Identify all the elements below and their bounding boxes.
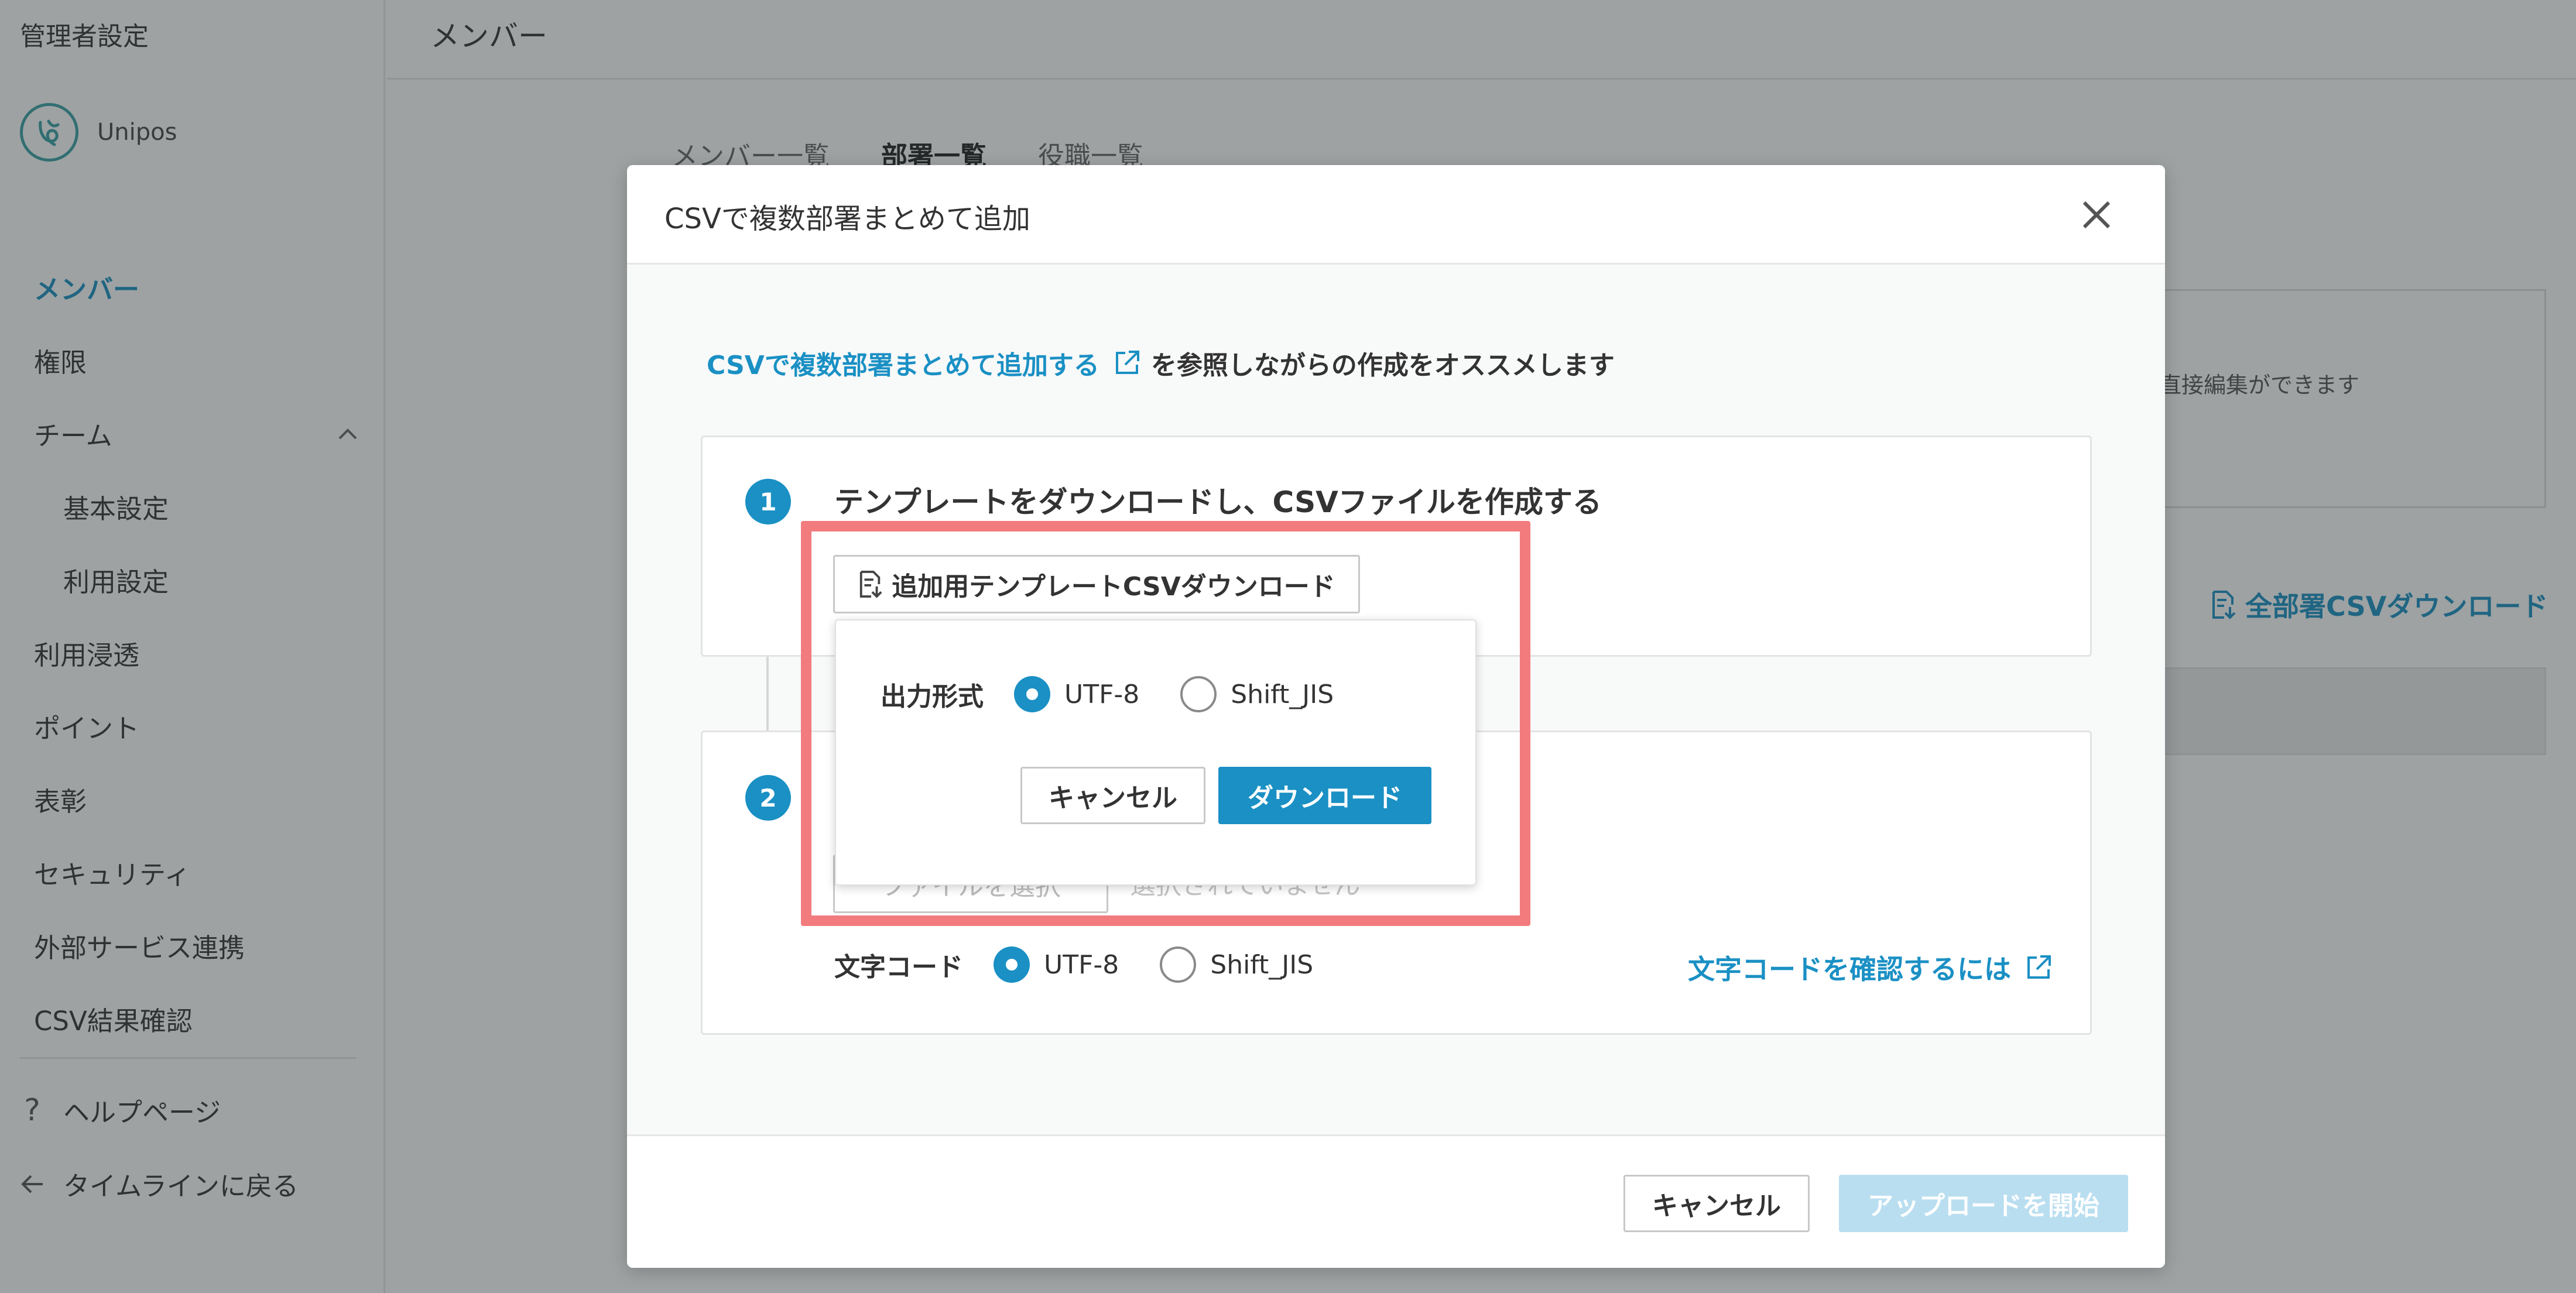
- check-encoding-link[interactable]: 文字コードを確認するには: [1688, 948, 2053, 987]
- template-download-label: 追加用テンプレートCSVダウンロード: [892, 572, 1335, 602]
- modal-header: CSVで複数部署まとめて追加: [627, 165, 2165, 265]
- encoding-selector: 文字コード UTF-8 Shift_JIS: [834, 946, 1354, 983]
- radio-unchecked-icon[interactable]: [1180, 676, 1217, 712]
- radio-checked-icon[interactable]: [1014, 676, 1050, 712]
- encoding-label: 文字コード: [834, 952, 963, 982]
- file-download-icon: [860, 571, 882, 598]
- guide-link-label: CSVで複数部署まとめて追加する: [707, 351, 1099, 380]
- radio-unchecked-icon[interactable]: [1160, 946, 1197, 983]
- start-upload-label: アップロードを開始: [1868, 1191, 2099, 1221]
- step1-title: テンプレートをダウンロードし、CSVファイルを作成する: [834, 485, 1602, 519]
- modal-intro: CSVで複数部署まとめて追加する を参照しながらの作成をオススメします: [707, 344, 1615, 382]
- start-upload-button[interactable]: アップロードを開始: [1839, 1175, 2128, 1232]
- encoding-option-label: Shift_JIS: [1210, 949, 1314, 980]
- external-link-icon: [1115, 351, 1139, 374]
- encoding-option-shift-jis[interactable]: Shift_JIS: [1160, 946, 1313, 983]
- format-option-label: UTF-8: [1064, 679, 1140, 709]
- popover-cancel-button[interactable]: キャンセル: [1020, 767, 1205, 824]
- format-popover: 出力形式 UTF-8 Shift_JIS キャンセル ダウンロード: [835, 619, 1477, 886]
- template-download-button[interactable]: 追加用テンプレートCSVダウンロード: [833, 555, 1360, 613]
- encoding-option-label: UTF-8: [1044, 949, 1119, 980]
- popover-download-label: ダウンロード: [1248, 783, 1402, 813]
- close-icon[interactable]: [2077, 196, 2116, 234]
- format-selector: 出力形式 UTF-8 Shift_JIS: [881, 675, 1375, 713]
- step-connector: [766, 657, 769, 730]
- step1-badge: 1: [745, 479, 791, 524]
- cancel-button[interactable]: キャンセル: [1623, 1175, 1810, 1232]
- radio-checked-icon[interactable]: [994, 946, 1030, 983]
- format-option-utf8[interactable]: UTF-8: [1014, 676, 1139, 712]
- guide-link[interactable]: CSVで複数部署まとめて追加する: [707, 344, 1142, 382]
- cancel-label: キャンセル: [1652, 1191, 1781, 1221]
- check-encoding-label: 文字コードを確認するには: [1688, 954, 2011, 985]
- csv-bulk-add-modal: CSVで複数部署まとめて追加 CSVで複数部署まとめて追加する を参照しながらの…: [627, 165, 2165, 1268]
- format-option-label: Shift_JIS: [1231, 679, 1334, 709]
- app: 管理者設定 Unipos メンバー 権限 チーム 基本設定 利用設定 利用浸透 …: [0, 0, 2576, 1293]
- modal-title: CSVで複数部署まとめて追加: [664, 203, 1030, 235]
- popover-download-button[interactable]: ダウンロード: [1218, 767, 1431, 824]
- format-label: 出力形式: [881, 682, 984, 712]
- intro-text: を参照しながらの作成をオススメします: [1150, 351, 1615, 380]
- external-link-icon: [2027, 955, 2051, 979]
- modal-footer: キャンセル アップロードを開始: [627, 1134, 2165, 1268]
- format-option-shift-jis[interactable]: Shift_JIS: [1180, 676, 1334, 712]
- encoding-option-utf8[interactable]: UTF-8: [994, 946, 1119, 983]
- step2-badge: 2: [745, 775, 791, 821]
- popover-cancel-label: キャンセル: [1049, 783, 1177, 813]
